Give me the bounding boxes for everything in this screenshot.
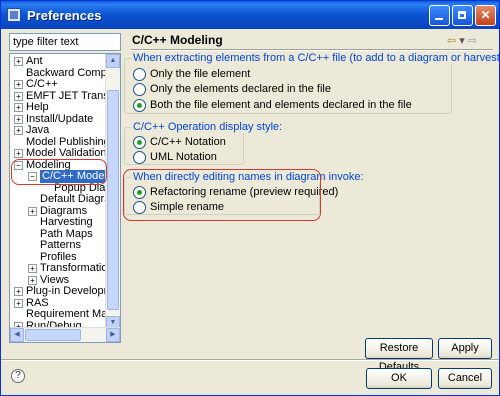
close-button[interactable] (475, 5, 496, 26)
radio-label: Both the file element and elements decla… (150, 99, 412, 111)
preferences-app-icon (7, 8, 21, 22)
extract-options-group: When extracting elements from a C/C++ fi… (124, 52, 499, 114)
rename-highlight-annotation (123, 169, 321, 221)
expand-icon[interactable]: + (14, 287, 23, 296)
radio-button[interactable] (133, 68, 146, 81)
tree-items: +AntBackward Compatibilit+C/C+++EMFT JET… (10, 54, 108, 342)
window-title: Preferences (27, 8, 102, 23)
expand-icon[interactable]: + (28, 275, 37, 285)
expand-icon[interactable]: + (14, 91, 23, 101)
page-navigation: ⇦ ▾ ⇨ (447, 34, 477, 47)
expand-icon[interactable]: + (14, 149, 23, 158)
expand-icon[interactable]: + (28, 264, 37, 273)
expand-icon[interactable]: + (14, 126, 23, 135)
radio-button-selected[interactable] (133, 99, 146, 112)
page-title: C/C++ Modeling (132, 33, 223, 47)
group-label: C/C++ Operation display style: (131, 121, 285, 133)
apply-button[interactable]: Apply (438, 338, 492, 359)
cancel-button[interactable]: Cancel (438, 368, 492, 389)
minimize-button[interactable] (429, 5, 450, 26)
radio-button[interactable] (133, 151, 146, 164)
tree-highlight-annotation (11, 159, 107, 185)
radio-button[interactable] (133, 83, 146, 96)
nav-menu-chevron-icon[interactable]: ▾ (459, 35, 465, 47)
scroll-right-icon[interactable]: ▶ (106, 328, 120, 342)
back-arrow-icon[interactable]: ⇦ (447, 35, 456, 47)
display-style-group: C/C++ Operation display style: C/C++ Not… (124, 121, 285, 165)
scroll-up-icon[interactable]: ▲ (106, 54, 120, 68)
radio-button-selected[interactable] (133, 136, 146, 149)
expand-icon[interactable]: + (14, 114, 23, 124)
tree-vertical-scrollbar[interactable]: ▲ ▼ (105, 54, 120, 330)
title-bar[interactable]: Preferences (1, 1, 499, 29)
radio-label: UML Notation (150, 151, 217, 163)
radio-label: Only the file element (150, 68, 251, 80)
help-icon[interactable]: ? (11, 369, 25, 383)
expand-icon[interactable]: + (14, 57, 23, 66)
radio-label: C/C++ Notation (150, 136, 226, 148)
maximize-button[interactable] (452, 5, 473, 26)
filter-input[interactable] (9, 33, 121, 51)
scroll-thumb[interactable] (107, 90, 119, 310)
forward-arrow-icon[interactable]: ⇨ (468, 35, 477, 47)
radio-label: Only the elements declared in the file (150, 83, 331, 95)
expand-icon[interactable]: + (14, 103, 23, 112)
group-label: When extracting elements from a C/C++ fi… (131, 52, 499, 64)
restore-defaults-button[interactable]: Restore Defaults (365, 338, 433, 373)
expand-icon[interactable]: + (28, 206, 37, 216)
tree-horizontal-scrollbar[interactable]: ◀ ▶ (10, 327, 120, 342)
preference-tree[interactable]: +AntBackward Compatibilit+C/C+++EMFT JET… (9, 53, 121, 343)
expand-icon[interactable]: + (14, 80, 23, 89)
expand-icon[interactable]: + (14, 298, 23, 308)
horizontal-scroll-thumb[interactable] (25, 329, 81, 341)
header-separator (131, 49, 493, 51)
preferences-window: Preferences +AntBackward Compatibilit+C/… (0, 0, 500, 396)
scroll-left-icon[interactable]: ◀ (10, 328, 24, 342)
footer-separator (1, 359, 499, 361)
ok-button[interactable]: OK (366, 368, 432, 389)
